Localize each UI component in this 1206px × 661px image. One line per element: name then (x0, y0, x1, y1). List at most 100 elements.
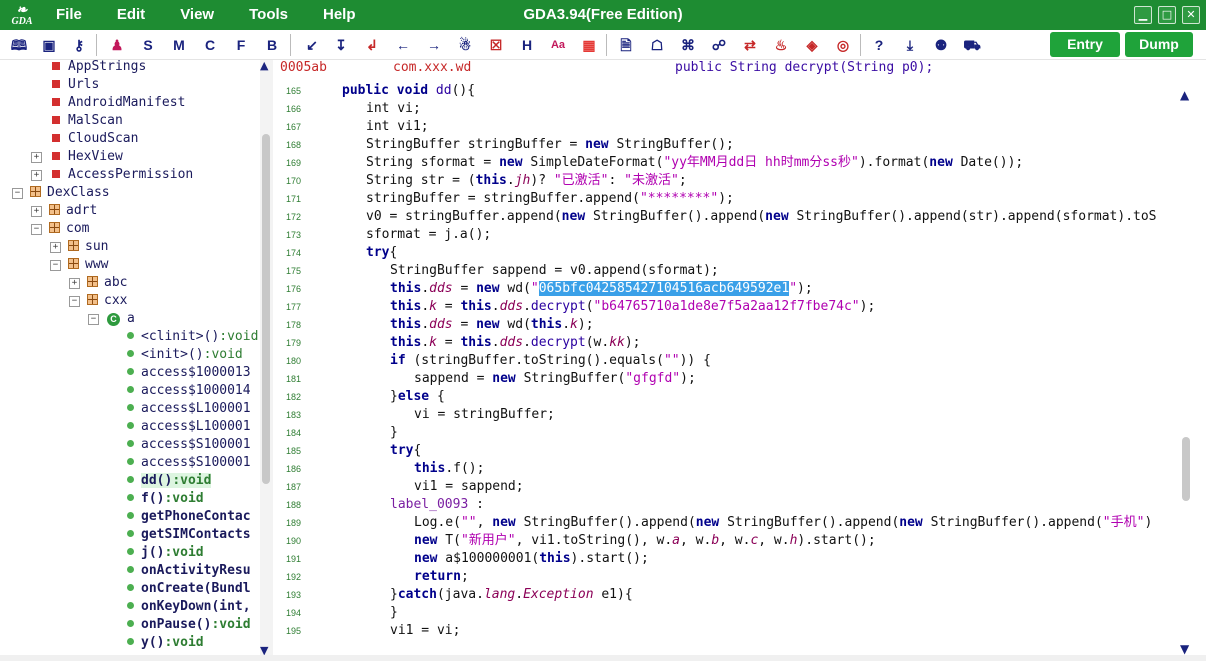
person-icon[interactable]: ♟ (107, 35, 127, 55)
tree-item[interactable]: onCreate(Bundl (127, 580, 251, 598)
tree-item[interactable]: onKeyDown(int, (127, 598, 251, 616)
menu-bar: File Edit View Tools Help (56, 0, 391, 30)
tree-item-name: HexView (68, 149, 123, 164)
code-scrollbar-thumb[interactable] (1182, 437, 1190, 501)
tree-item[interactable]: onActivityResu (127, 562, 251, 580)
expand-toggle-icon[interactable]: + (50, 242, 61, 253)
menu-edit[interactable]: Edit (117, 0, 145, 30)
menu-help[interactable]: Help (323, 0, 356, 30)
expand-toggle-icon[interactable]: − (31, 224, 42, 235)
book-icon[interactable]: 🕮 (9, 35, 29, 55)
grid-color-icon[interactable]: ▦ (579, 35, 599, 55)
download-diamond-icon[interactable]: ◈ (802, 35, 822, 55)
tree-item[interactable]: access$L100001 (127, 400, 251, 418)
fingerprint-icon[interactable]: ◎ (833, 35, 853, 55)
expand-toggle-icon[interactable]: + (31, 152, 42, 163)
tree-item[interactable]: dd():void (127, 472, 212, 490)
tree-item[interactable]: adrt (49, 202, 97, 220)
tree-item[interactable]: access$1000014 (127, 382, 251, 400)
code-scrollbar[interactable] (1180, 82, 1206, 661)
tree-item[interactable]: AppStrings (52, 60, 146, 76)
tree-item[interactable]: onPause():void (127, 616, 251, 634)
entry-button[interactable]: Entry (1050, 32, 1120, 57)
code-line: StringBuffer stringBuffer = new StringBu… (366, 137, 734, 152)
expand-toggle-icon[interactable]: − (69, 296, 80, 307)
toolbar-b-button[interactable]: B (262, 35, 282, 55)
back-arrow-icon[interactable]: ← (393, 35, 413, 55)
download-icon[interactable]: ⤓ (900, 35, 920, 55)
android-icon[interactable]: ☃ (455, 35, 475, 55)
android-robot-icon[interactable]: ☖ (647, 35, 667, 55)
expand-toggle-icon[interactable]: + (31, 206, 42, 217)
tree-item[interactable]: Ca (107, 310, 135, 328)
tree-item[interactable]: access$1000013 (127, 364, 251, 382)
chain-icon[interactable]: ♨ (771, 35, 791, 55)
tree-item[interactable]: www (68, 256, 108, 274)
tree-item[interactable]: y():void (127, 634, 204, 652)
code-scroll-up-icon[interactable]: ▲ (1180, 89, 1189, 101)
code-editor[interactable]: 165 public void dd(){166 int vi; 167 int vi1… (275, 82, 1180, 661)
tree-item[interactable]: j():void (127, 544, 204, 562)
tree-item[interactable]: getSIMContacts (127, 526, 251, 544)
tree-item[interactable]: sun (68, 238, 108, 256)
tree-item[interactable]: Urls (52, 76, 99, 94)
help-icon[interactable]: ? (869, 35, 889, 55)
forward-arrow-icon[interactable]: → (424, 35, 444, 55)
menu-tools[interactable]: Tools (249, 0, 288, 30)
tree-item-label: y():void (141, 635, 204, 650)
tree-item[interactable]: f():void (127, 490, 204, 508)
tree-scroll-up-icon[interactable]: ▲ (260, 60, 268, 71)
return-arrow-icon[interactable]: ↲ (362, 35, 382, 55)
tree-item[interactable]: CloudScan (52, 130, 138, 148)
tree-item[interactable]: getPhoneContac (127, 508, 251, 526)
toolbar-c-button[interactable]: C (200, 35, 220, 55)
tree-item[interactable]: MalScan (52, 112, 123, 130)
minimize-button[interactable]: ▁ (1134, 6, 1152, 24)
tree-item[interactable]: cxx (87, 292, 127, 310)
command-icon[interactable]: ⌘ (678, 35, 698, 55)
expand-toggle-icon[interactable]: − (12, 188, 23, 199)
tree-scrollbar-thumb[interactable] (262, 134, 270, 484)
tree-item-label: sun (85, 239, 108, 254)
tree-item[interactable]: abc (87, 274, 127, 292)
line-number: 189 (285, 518, 301, 528)
expand-toggle-icon[interactable]: − (50, 260, 61, 271)
menu-file[interactable]: File (56, 0, 82, 30)
string-icon[interactable]: Aa (548, 35, 568, 55)
header-h-icon[interactable]: H (517, 35, 537, 55)
key-icon[interactable]: ⚷ (69, 35, 89, 55)
check-arrow-icon[interactable]: ↙ (302, 35, 322, 55)
toolbar-f-button[interactable]: F (231, 35, 251, 55)
expand-toggle-icon[interactable]: − (88, 314, 99, 325)
tree-item[interactable]: <clinit>():void (127, 328, 258, 346)
tree-item[interactable]: AccessPermission (52, 166, 193, 184)
toolbar-s-button[interactable]: S (138, 35, 158, 55)
menu-view[interactable]: View (180, 0, 214, 30)
tree-item[interactable]: HexView (52, 148, 123, 166)
delete-icon[interactable]: ☒ (486, 35, 506, 55)
toolbar-m-button[interactable]: M (169, 35, 189, 55)
expand-toggle-icon[interactable]: + (31, 170, 42, 181)
swap-icon[interactable]: ⇄ (740, 35, 760, 55)
tree-item[interactable]: AndroidManifest (52, 94, 185, 112)
tree-item[interactable]: access$L100001 (127, 418, 251, 436)
down-arrow-icon[interactable]: ↧ (331, 35, 351, 55)
tree-item-name: abc (104, 275, 128, 290)
tree-item-name: adrt (66, 203, 98, 218)
tree-item[interactable]: access$S100001 (127, 436, 251, 454)
tree-item[interactable]: DexClass (30, 184, 110, 202)
dump-button[interactable]: Dump (1125, 32, 1193, 57)
close-button[interactable]: ✕ (1182, 6, 1200, 24)
search-people-icon[interactable]: ⚉ (931, 35, 951, 55)
code-scroll-down-icon[interactable]: ▼ (1180, 643, 1189, 655)
maximize-button[interactable]: □ (1158, 6, 1176, 24)
file-red-icon (52, 80, 60, 88)
link-icon[interactable]: ☍ (709, 35, 729, 55)
save-icon[interactable]: ▣ (39, 35, 59, 55)
cart-icon[interactable]: ⛟ (962, 35, 982, 55)
xml-icon[interactable]: 🗎 (616, 35, 636, 55)
expand-toggle-icon[interactable]: + (69, 278, 80, 289)
tree-item[interactable]: <init>():void (127, 346, 243, 364)
tree-item[interactable]: access$S100001 (127, 454, 251, 472)
tree-item[interactable]: com (49, 220, 89, 238)
